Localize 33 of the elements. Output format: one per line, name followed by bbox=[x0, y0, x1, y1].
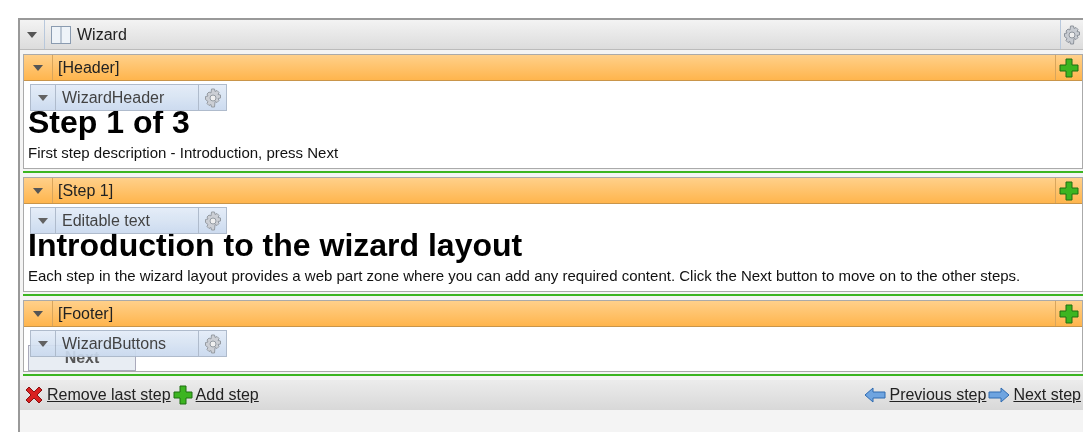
add-step-link[interactable]: Add step bbox=[195, 386, 259, 404]
add-icon[interactable] bbox=[1059, 303, 1079, 324]
add-icon[interactable] bbox=[1059, 57, 1079, 78]
zone-title: [Footer] bbox=[57, 304, 115, 323]
add-icon[interactable] bbox=[1059, 180, 1079, 201]
description-text: Each step in the wizard layout provides a web part zone where you can add any required content. Click the Next button to move on to the other steps. bbox=[28, 266, 1022, 286]
heading: Step 1 of 3 bbox=[28, 105, 191, 139]
caret-icon bbox=[33, 64, 43, 71]
previous-step-link[interactable]: Previous step bbox=[889, 386, 987, 404]
window-title: Wizard bbox=[77, 25, 127, 44]
zone-title: [Header] bbox=[57, 58, 121, 77]
layout-icon bbox=[51, 25, 71, 44]
caret-icon bbox=[33, 187, 43, 194]
settings-icon[interactable] bbox=[202, 333, 223, 354]
left-arrow-icon bbox=[864, 387, 887, 403]
heading: Introduction to the wizard layout bbox=[28, 228, 524, 262]
caret-icon bbox=[38, 217, 48, 224]
settings-icon[interactable] bbox=[1062, 24, 1082, 45]
next-step-link[interactable]: Next step bbox=[1013, 386, 1081, 404]
right-arrow-icon bbox=[988, 387, 1011, 403]
webpart-title: Editable text bbox=[61, 211, 152, 230]
caret-icon bbox=[38, 340, 48, 347]
zone-title: [Step 1] bbox=[57, 181, 115, 200]
settings-icon[interactable] bbox=[202, 87, 223, 108]
caret-icon bbox=[27, 31, 37, 38]
webpart-title: WizardHeader bbox=[61, 88, 166, 107]
add-icon[interactable] bbox=[172, 385, 193, 405]
description-text: First step description - Introduction, press Next bbox=[28, 143, 340, 163]
caret-icon bbox=[33, 310, 43, 317]
remove-step-link[interactable]: Remove last step bbox=[47, 386, 171, 404]
settings-icon[interactable] bbox=[202, 210, 223, 231]
caret-icon bbox=[38, 94, 48, 101]
remove-icon bbox=[24, 385, 44, 405]
